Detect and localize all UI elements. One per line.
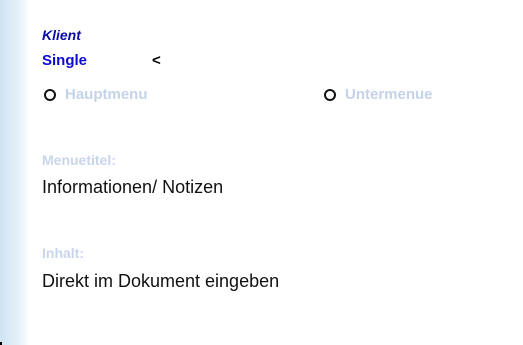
- radio-circle-icon[interactable]: [44, 89, 56, 101]
- menu-title-value: Informationen/ Notizen: [42, 177, 224, 197]
- menu-title-label: Menuetitel:: [42, 152, 116, 168]
- client-menu-panel: Klient Single < Hauptmenu Untermenue Men…: [42, 27, 512, 337]
- content-label: Inhalt:: [42, 245, 84, 261]
- left-gradient-strip: [0, 0, 30, 345]
- radio-hauptmenu-label: Hauptmenu: [65, 86, 148, 103]
- content-value: Direkt im Dokument eingeben: [42, 271, 280, 291]
- radio-untermenue[interactable]: Untermenue: [324, 86, 433, 104]
- client-title: Klient: [42, 27, 81, 43]
- client-name: Single: [42, 52, 88, 69]
- back-button[interactable]: <: [152, 53, 161, 69]
- radio-untermenue-label: Untermenue: [345, 86, 433, 103]
- radio-hauptmenu[interactable]: Hauptmenu: [44, 86, 148, 104]
- radio-circle-icon[interactable]: [324, 89, 336, 101]
